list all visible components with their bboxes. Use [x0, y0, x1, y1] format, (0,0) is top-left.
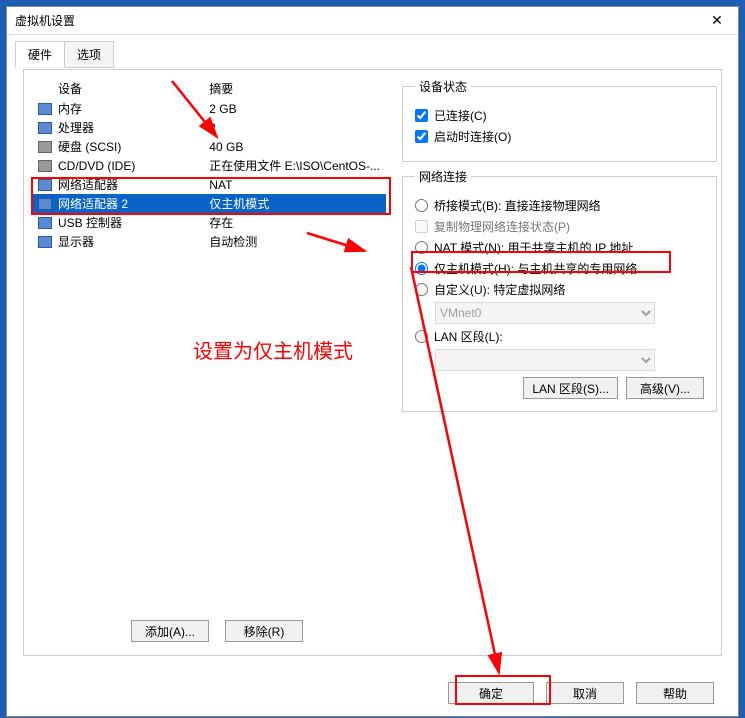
tab-strip: 硬件 选项 [7, 35, 738, 68]
remove-button[interactable]: 移除(R) [225, 620, 303, 642]
connected-check[interactable]: 已连接(C) [415, 107, 704, 124]
nat-radio[interactable]: NAT 模式(N): 用于共享主机的 IP 地址 [415, 239, 704, 256]
device-summary: 存在 [203, 213, 386, 232]
device-name: 显示器 [52, 232, 203, 251]
device-icon [38, 198, 52, 210]
device-icon [38, 160, 52, 172]
network-legend: 网络连接 [415, 168, 471, 185]
vmnet-select: VMnet0 [435, 302, 655, 324]
add-button[interactable]: 添加(A)... [131, 620, 209, 642]
dialog-buttons: 确定 取消 帮助 [7, 682, 738, 704]
cancel-button[interactable]: 取消 [546, 682, 624, 704]
device-row[interactable]: 显示器自动检测 [32, 232, 386, 251]
hostonly-radio[interactable]: 仅主机模式(H): 与主机共享的专用网络 [415, 260, 704, 277]
device-row[interactable]: 处理器2 [32, 118, 386, 137]
replicate-check: 复制物理网络连接状态(P) [415, 218, 704, 235]
close-icon[interactable]: ✕ [696, 7, 738, 35]
device-table: 设备 摘要 内存2 GB处理器2硬盘 (SCSI)40 GBCD/DVD (ID… [32, 78, 386, 251]
device-summary: 40 GB [203, 137, 386, 156]
ok-button[interactable]: 确定 [448, 682, 534, 704]
device-icon [38, 179, 52, 191]
device-icon [38, 217, 52, 229]
col-summary[interactable]: 摘要 [203, 78, 386, 99]
custom-radio[interactable]: 自定义(U): 特定虚拟网络 [415, 281, 704, 298]
device-summary: 仅主机模式 [203, 194, 386, 213]
device-panel: 设备 摘要 内存2 GB处理器2硬盘 (SCSI)40 GBCD/DVD (ID… [24, 70, 394, 655]
device-row[interactable]: CD/DVD (IDE)正在使用文件 E:\ISO\CentOS-... [32, 156, 386, 175]
device-name: 硬盘 (SCSI) [52, 137, 203, 156]
col-device[interactable]: 设备 [52, 78, 203, 99]
window-title: 虚拟机设置 [15, 12, 75, 29]
device-status-legend: 设备状态 [415, 78, 471, 95]
device-icon [38, 141, 52, 153]
lan-segments-button[interactable]: LAN 区段(S)... [523, 377, 618, 399]
device-summary: 正在使用文件 E:\ISO\CentOS-... [203, 156, 386, 175]
connect-poweron-check[interactable]: 启动时连接(O) [415, 128, 704, 145]
device-row[interactable]: 网络适配器 2仅主机模式 [32, 194, 386, 213]
help-button[interactable]: 帮助 [636, 682, 714, 704]
device-name: 处理器 [52, 118, 203, 137]
device-icon [38, 236, 52, 248]
device-name: 网络适配器 2 [52, 194, 203, 213]
device-row[interactable]: 内存2 GB [32, 99, 386, 118]
lanseg-radio[interactable]: LAN 区段(L): [415, 328, 704, 345]
device-summary: 2 [203, 118, 386, 137]
bridge-radio[interactable]: 桥接模式(B): 直接连接物理网络 [415, 197, 704, 214]
device-summary: 自动检测 [203, 232, 386, 251]
device-name: CD/DVD (IDE) [52, 156, 203, 175]
device-name: USB 控制器 [52, 213, 203, 232]
device-row[interactable]: USB 控制器存在 [32, 213, 386, 232]
network-group: 网络连接 桥接模式(B): 直接连接物理网络 复制物理网络连接状态(P) NAT… [402, 168, 717, 412]
content-pane: 设备 摘要 内存2 GB处理器2硬盘 (SCSI)40 GBCD/DVD (ID… [23, 69, 722, 656]
device-name: 内存 [52, 99, 203, 118]
device-summary: 2 GB [203, 99, 386, 118]
title-bar: 虚拟机设置 ✕ [7, 7, 738, 35]
device-row[interactable]: 网络适配器NAT [32, 175, 386, 194]
device-summary: NAT [203, 175, 386, 194]
device-icon [38, 122, 52, 134]
device-status-group: 设备状态 已连接(C) 启动时连接(O) [402, 78, 717, 162]
tab-options[interactable]: 选项 [64, 41, 114, 68]
device-name: 网络适配器 [52, 175, 203, 194]
advanced-button[interactable]: 高级(V)... [626, 377, 704, 399]
settings-panel: 设备状态 已连接(C) 启动时连接(O) 网络连接 桥接模式(B): 直接连接物… [394, 70, 721, 655]
lanseg-select [435, 349, 655, 371]
device-row[interactable]: 硬盘 (SCSI)40 GB [32, 137, 386, 156]
tab-hardware[interactable]: 硬件 [15, 41, 65, 68]
device-icon [38, 103, 52, 115]
